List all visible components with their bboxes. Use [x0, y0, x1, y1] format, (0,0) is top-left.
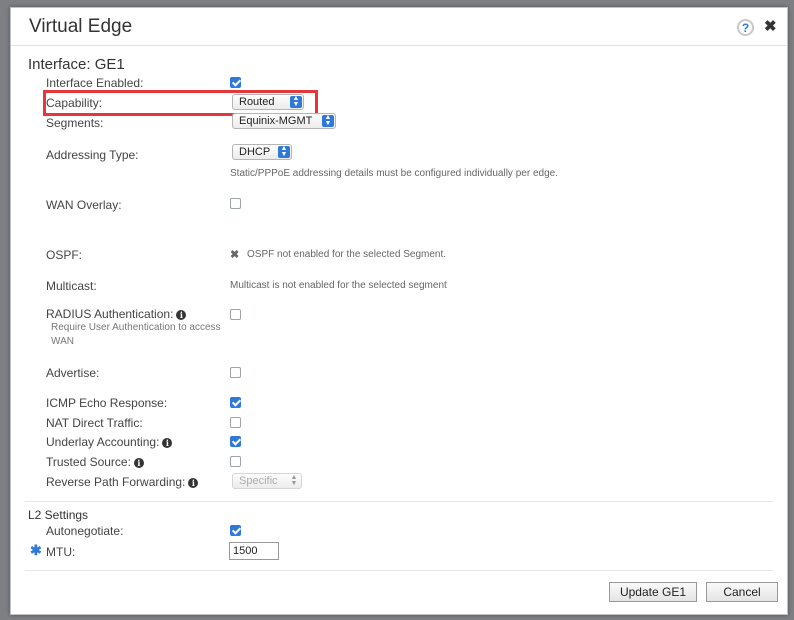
reverse-path-forwarding-select[interactable]: Specific ▲ ▼	[232, 473, 302, 489]
wan-overlay-checkbox[interactable]	[230, 198, 241, 209]
icmp-echo-response-label: ICMP Echo Response:	[46, 396, 168, 410]
icmp-echo-response-checkbox[interactable]	[230, 397, 241, 408]
addressing-type-select[interactable]: DHCP ▲ ▼	[232, 144, 292, 160]
nat-direct-traffic-checkbox[interactable]	[230, 417, 241, 428]
trusted-source-label: Trusted Source: i	[46, 455, 144, 469]
interface-enabled-checkbox[interactable]	[230, 77, 241, 88]
footer-divider	[25, 570, 773, 571]
info-icon: i	[188, 477, 199, 488]
segments-select[interactable]: Equinix-MGMT ▲ ▼	[232, 113, 336, 129]
nat-direct-traffic-label: NAT Direct Traffic:	[46, 416, 143, 430]
dialog-title: Virtual Edge	[29, 16, 133, 37]
addressing-type-hint: Static/PPPoE addressing details must be …	[230, 168, 558, 179]
reverse-path-forwarding-text: Reverse Path Forwarding:	[46, 475, 186, 489]
segments-label: Segments:	[46, 116, 104, 130]
radius-authentication-label: RADIUS Authentication: i	[46, 307, 187, 321]
virtual-edge-dialog: Virtual Edge ? ✖ Interface: GE1 Interfac…	[10, 7, 788, 615]
radius-authentication-sublabel: Require User Authentication to access WA…	[51, 322, 221, 347]
help-icon[interactable]: ?	[737, 19, 754, 36]
x-icon: ✖	[230, 249, 240, 261]
underlay-accounting-checkbox[interactable]	[230, 436, 241, 447]
advertise-checkbox[interactable]	[230, 367, 241, 378]
underlay-accounting-text: Underlay Accounting:	[46, 435, 160, 449]
autonegotiate-label: Autonegotiate:	[46, 524, 124, 538]
info-icon: i	[176, 309, 187, 320]
ospf-label: OSPF:	[46, 248, 83, 262]
l2-settings-title: L2 Settings	[28, 508, 89, 522]
interface-section-title: Interface: GE1	[28, 56, 125, 73]
autonegotiate-checkbox[interactable]	[230, 525, 241, 536]
reverse-path-forwarding-value: Specific	[239, 475, 278, 487]
required-icon: ✱	[30, 542, 42, 558]
mtu-input[interactable]: 1500	[229, 542, 279, 560]
chevron-updown-icon: ▲ ▼	[278, 145, 290, 158]
cancel-button[interactable]: Cancel	[706, 582, 778, 602]
close-icon[interactable]: ✖	[764, 17, 777, 35]
advertise-label: Advertise:	[46, 366, 100, 380]
mtu-label: MTU:	[46, 545, 76, 559]
ospf-status: OSPF not enabled for the selected Segmen…	[247, 249, 447, 260]
chevron-updown-icon: ▲ ▼	[290, 474, 298, 487]
trusted-source-text: Trusted Source:	[46, 455, 131, 469]
wan-overlay-label: WAN Overlay:	[46, 198, 122, 212]
info-icon: i	[133, 457, 144, 468]
radius-authentication-checkbox[interactable]	[230, 309, 241, 320]
trusted-source-checkbox[interactable]	[230, 456, 241, 467]
reverse-path-forwarding-label: Reverse Path Forwarding: i	[46, 475, 199, 489]
section-divider	[25, 501, 773, 502]
radius-authentication-text: RADIUS Authentication:	[46, 307, 174, 321]
multicast-label: Multicast:	[46, 279, 97, 293]
info-icon: i	[162, 437, 173, 448]
multicast-status: Multicast is not enabled for the selecte…	[230, 280, 447, 291]
interface-enabled-label: Interface Enabled:	[46, 76, 144, 90]
chevron-updown-icon: ▲ ▼	[322, 114, 334, 127]
dialog-titlebar: Virtual Edge ? ✖	[11, 8, 787, 46]
addressing-type-value: DHCP	[239, 146, 271, 158]
update-ge1-button[interactable]: Update GE1	[609, 582, 697, 602]
underlay-accounting-label: Underlay Accounting: i	[46, 435, 173, 449]
addressing-type-label: Addressing Type:	[46, 148, 139, 162]
segments-value: Equinix-MGMT	[239, 115, 313, 127]
